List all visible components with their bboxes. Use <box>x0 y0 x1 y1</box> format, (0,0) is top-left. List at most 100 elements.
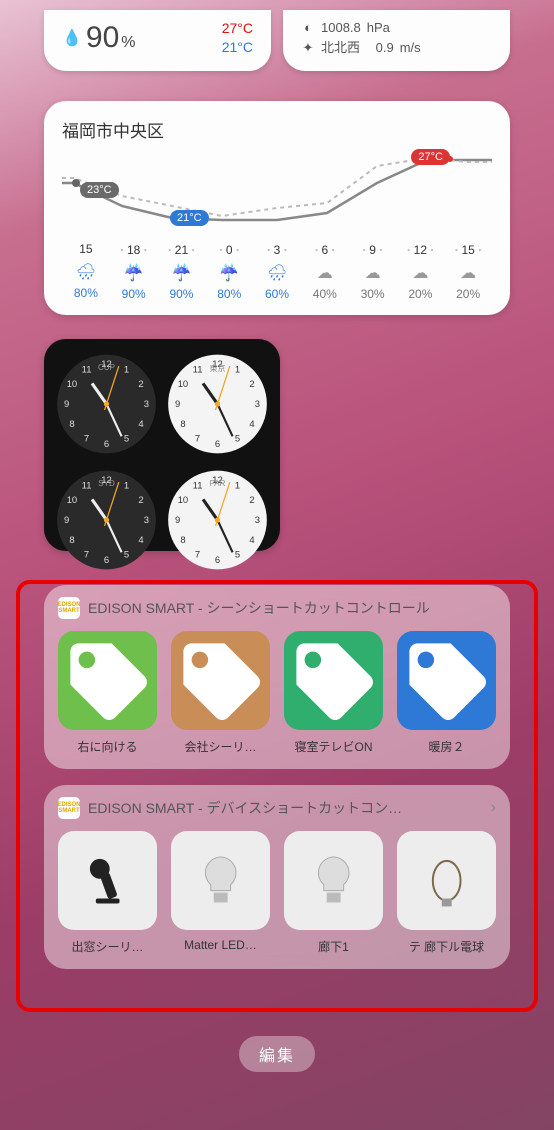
tag-icon <box>171 631 270 730</box>
weather-icon: ☔ <box>205 263 253 283</box>
humidity-card[interactable]: 💧 90 % 27°C 21°C <box>44 10 271 71</box>
svg-text:8: 8 <box>69 419 74 430</box>
precip-prob: 90% <box>110 287 158 301</box>
device-label: 出窓シーリ… <box>58 938 157 955</box>
humidity-unit: % <box>121 34 135 52</box>
world-clock-card[interactable]: 121234567891011 CUP121234567891011 東京121… <box>44 339 280 551</box>
raindrop-icon: 💧 <box>62 28 82 48</box>
svg-text:7: 7 <box>84 550 89 561</box>
svg-text:2: 2 <box>249 495 254 506</box>
precip-prob: 20% <box>396 287 444 301</box>
svg-text:6: 6 <box>215 555 220 566</box>
svg-text:5: 5 <box>124 550 129 561</box>
weather-icon: 🌧 <box>62 262 110 282</box>
weather-icon: 🌧 <box>253 263 301 283</box>
svg-text:6: 6 <box>104 439 109 450</box>
precip-prob: 40% <box>301 287 349 301</box>
clock-city-label: SYD <box>54 479 159 488</box>
chevron-right-icon[interactable]: › <box>491 799 496 817</box>
weather-icon: ☁ <box>349 263 397 283</box>
svg-text:9: 9 <box>175 399 180 410</box>
svg-text:5: 5 <box>235 434 240 445</box>
device-tile[interactable]: 出窓シーリ… <box>58 831 157 955</box>
svg-text:5: 5 <box>235 550 240 561</box>
precip-prob: 20% <box>444 287 492 301</box>
device-tile[interactable]: 廊下1 <box>284 831 383 955</box>
temp-high: 27 <box>222 20 238 36</box>
wind-direction: 北北西 <box>321 38 360 58</box>
device-label: Matter LED… <box>171 938 270 952</box>
svg-text:3: 3 <box>255 515 260 526</box>
device-tile[interactable]: Matter LED… <box>171 831 270 955</box>
location-name: 福岡市中央区 <box>62 117 492 142</box>
temp-chart: 23°C 21°C 27°C <box>62 148 492 238</box>
device-tile[interactable]: テ 廊下ル電球 <box>397 831 496 955</box>
humidity-number: 90 <box>86 21 119 55</box>
hour-column: ・0・ ☔ 80% <box>205 242 253 301</box>
hour-column: ・12・ ☁ 20% <box>396 242 444 301</box>
svg-text:10: 10 <box>178 495 189 506</box>
scene-tile[interactable]: 暖房２ <box>397 631 496 755</box>
scene-card-title: EDISON SMART - シーンショートカットコントロール <box>88 598 430 618</box>
weather-icon: ☔ <box>158 263 206 283</box>
device-shortcut-card[interactable]: EDISON SMART EDISON SMART - デバイスショートカットコ… <box>44 785 510 969</box>
weather-icon: ☁ <box>396 263 444 283</box>
edison-logo-icon: EDISON SMART <box>58 797 80 819</box>
svg-text:2: 2 <box>249 379 254 390</box>
svg-text:2: 2 <box>138 379 143 390</box>
hour-column: ・9・ ☁ 30% <box>349 242 397 301</box>
device-tiles-row: 出窓シーリ… Matter LED… 廊下1 テ 廊下ル電球 <box>58 831 496 955</box>
hour-column: 15 🌧 80% <box>62 242 110 301</box>
forecast-card[interactable]: 福岡市中央区 23°C 21°C 27°C 15 🌧 80%・18・ ☔ 90%… <box>44 101 510 315</box>
svg-text:8: 8 <box>180 419 185 430</box>
world-clock: 121234567891011 CUP <box>54 349 159 459</box>
precip-prob: 60% <box>253 287 301 301</box>
clock-city-label: 東京 <box>165 363 270 374</box>
svg-text:7: 7 <box>195 550 200 561</box>
svg-text:6: 6 <box>215 439 220 450</box>
svg-text:4: 4 <box>249 535 254 546</box>
svg-text:3: 3 <box>255 399 260 410</box>
svg-text:2: 2 <box>138 495 143 506</box>
temp-badge-high: 27°C <box>411 149 450 165</box>
svg-text:4: 4 <box>138 535 143 546</box>
scene-label: 会社シーリ… <box>171 738 270 755</box>
world-clock: 121234567891011 東京 <box>165 349 270 459</box>
hourly-forecast-row: 15 🌧 80%・18・ ☔ 90%・21・ ☔ 90%・0・ ☔ 80%・3・… <box>62 242 492 301</box>
precip-prob: 80% <box>62 286 110 300</box>
hour-column: ・6・ ☁ 40% <box>301 242 349 301</box>
pressure-unit: hPa <box>367 18 390 38</box>
hour-column: ・3・ 🌧 60% <box>253 242 301 301</box>
clock-city-label: PAR <box>165 479 270 488</box>
hour-column: ・18・ ☔ 90% <box>110 242 158 301</box>
edison-logo-icon: EDISON SMART <box>58 597 80 619</box>
precip-prob: 80% <box>205 287 253 301</box>
scene-tile[interactable]: 会社シーリ… <box>171 631 270 755</box>
svg-text:3: 3 <box>144 399 149 410</box>
svg-text:8: 8 <box>69 535 74 546</box>
svg-text:7: 7 <box>84 434 89 445</box>
pressure-wind-card[interactable]: ◐ 1008.8hPa ✦ 北北西 0.9m/s <box>283 10 510 71</box>
edit-button[interactable]: 編集 <box>239 1036 315 1072</box>
scene-tiles-row: 右に向ける 会社シーリ… 寝室テレビON 暖房２ <box>58 631 496 755</box>
weather-icon: ☁ <box>301 263 349 283</box>
world-clock: 121234567891011 PAR <box>165 465 270 575</box>
svg-text:10: 10 <box>178 379 189 390</box>
tag-icon <box>58 631 157 730</box>
scene-label: 暖房２ <box>397 738 496 755</box>
scene-shortcut-card[interactable]: EDISON SMART EDISON SMART - シーンショートカットコン… <box>44 585 510 769</box>
device-icon <box>58 831 157 930</box>
svg-text:3: 3 <box>144 515 149 526</box>
svg-text:8: 8 <box>180 535 185 546</box>
scene-tile[interactable]: 右に向ける <box>58 631 157 755</box>
humidity-value: 90 % <box>86 21 136 55</box>
gauge-icon: ◐ <box>301 21 315 35</box>
scene-tile[interactable]: 寝室テレビON <box>284 631 383 755</box>
device-card-title: EDISON SMART - デバイスショートカットコン… <box>88 798 402 818</box>
weather-icon: ☔ <box>110 263 158 283</box>
temp-low: 21 <box>222 39 238 55</box>
wind-unit: m/s <box>400 38 421 58</box>
temp-badge-now: 23°C <box>80 182 119 198</box>
clock-city-label: CUP <box>54 363 159 372</box>
scene-label: 右に向ける <box>58 738 157 755</box>
